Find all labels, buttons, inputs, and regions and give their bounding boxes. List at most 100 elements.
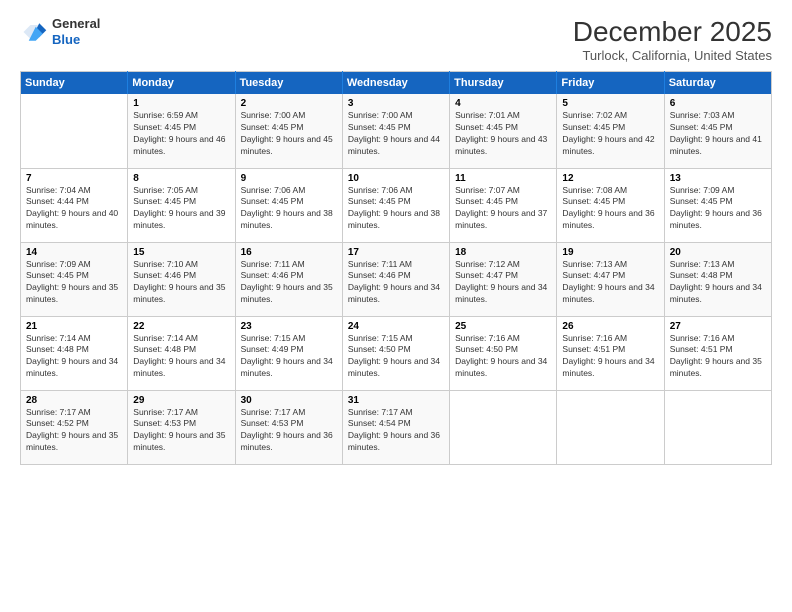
weekday-header-sunday: Sunday bbox=[21, 72, 128, 95]
day-number: 31 bbox=[348, 395, 444, 406]
day-detail: Sunrise: 7:15 AMSunset: 4:49 PMDaylight:… bbox=[241, 333, 337, 381]
day-cell: 28Sunrise: 7:17 AMSunset: 4:52 PMDayligh… bbox=[21, 390, 128, 464]
day-number: 9 bbox=[241, 173, 337, 184]
day-detail: Sunrise: 7:17 AMSunset: 4:54 PMDaylight:… bbox=[348, 407, 444, 455]
logo-icon bbox=[20, 18, 48, 46]
day-number: 19 bbox=[562, 247, 658, 258]
logo: General Blue bbox=[20, 16, 100, 47]
day-number: 27 bbox=[670, 321, 766, 332]
month-title: December 2025 bbox=[573, 16, 772, 48]
day-number: 5 bbox=[562, 98, 658, 109]
day-cell bbox=[664, 390, 771, 464]
weekday-header-friday: Friday bbox=[557, 72, 664, 95]
day-number: 2 bbox=[241, 98, 337, 109]
weekday-header-monday: Monday bbox=[128, 72, 235, 95]
day-cell: 26Sunrise: 7:16 AMSunset: 4:51 PMDayligh… bbox=[557, 316, 664, 390]
day-cell: 10Sunrise: 7:06 AMSunset: 4:45 PMDayligh… bbox=[342, 168, 449, 242]
weekday-header-saturday: Saturday bbox=[664, 72, 771, 95]
day-cell: 18Sunrise: 7:12 AMSunset: 4:47 PMDayligh… bbox=[450, 242, 557, 316]
day-detail: Sunrise: 7:04 AMSunset: 4:44 PMDaylight:… bbox=[26, 185, 122, 233]
day-cell: 31Sunrise: 7:17 AMSunset: 4:54 PMDayligh… bbox=[342, 390, 449, 464]
day-cell: 19Sunrise: 7:13 AMSunset: 4:47 PMDayligh… bbox=[557, 242, 664, 316]
day-cell: 22Sunrise: 7:14 AMSunset: 4:48 PMDayligh… bbox=[128, 316, 235, 390]
day-number: 6 bbox=[670, 98, 766, 109]
page-header: General Blue December 2025 Turlock, Cali… bbox=[20, 16, 772, 63]
day-detail: Sunrise: 7:14 AMSunset: 4:48 PMDaylight:… bbox=[133, 333, 229, 381]
logo-general: General bbox=[52, 16, 100, 32]
day-cell: 14Sunrise: 7:09 AMSunset: 4:45 PMDayligh… bbox=[21, 242, 128, 316]
day-detail: Sunrise: 7:02 AMSunset: 4:45 PMDaylight:… bbox=[562, 110, 658, 158]
day-number: 20 bbox=[670, 247, 766, 258]
day-number: 4 bbox=[455, 98, 551, 109]
day-cell: 29Sunrise: 7:17 AMSunset: 4:53 PMDayligh… bbox=[128, 390, 235, 464]
day-detail: Sunrise: 7:09 AMSunset: 4:45 PMDaylight:… bbox=[670, 185, 766, 233]
day-number: 12 bbox=[562, 173, 658, 184]
day-cell: 27Sunrise: 7:16 AMSunset: 4:51 PMDayligh… bbox=[664, 316, 771, 390]
day-detail: Sunrise: 7:03 AMSunset: 4:45 PMDaylight:… bbox=[670, 110, 766, 158]
day-detail: Sunrise: 7:01 AMSunset: 4:45 PMDaylight:… bbox=[455, 110, 551, 158]
day-number: 24 bbox=[348, 321, 444, 332]
day-number: 13 bbox=[670, 173, 766, 184]
day-number: 30 bbox=[241, 395, 337, 406]
day-cell: 3Sunrise: 7:00 AMSunset: 4:45 PMDaylight… bbox=[342, 94, 449, 168]
calendar-page: General Blue December 2025 Turlock, Cali… bbox=[0, 0, 792, 612]
day-number: 11 bbox=[455, 173, 551, 184]
day-number: 10 bbox=[348, 173, 444, 184]
day-cell: 9Sunrise: 7:06 AMSunset: 4:45 PMDaylight… bbox=[235, 168, 342, 242]
day-cell: 30Sunrise: 7:17 AMSunset: 4:53 PMDayligh… bbox=[235, 390, 342, 464]
day-cell: 4Sunrise: 7:01 AMSunset: 4:45 PMDaylight… bbox=[450, 94, 557, 168]
day-detail: Sunrise: 7:14 AMSunset: 4:48 PMDaylight:… bbox=[26, 333, 122, 381]
day-number: 28 bbox=[26, 395, 122, 406]
day-number: 29 bbox=[133, 395, 229, 406]
day-detail: Sunrise: 7:16 AMSunset: 4:50 PMDaylight:… bbox=[455, 333, 551, 381]
day-cell: 1Sunrise: 6:59 AMSunset: 4:45 PMDaylight… bbox=[128, 94, 235, 168]
day-cell: 8Sunrise: 7:05 AMSunset: 4:45 PMDaylight… bbox=[128, 168, 235, 242]
title-block: December 2025 Turlock, California, Unite… bbox=[573, 16, 772, 63]
day-cell: 20Sunrise: 7:13 AMSunset: 4:48 PMDayligh… bbox=[664, 242, 771, 316]
day-number: 23 bbox=[241, 321, 337, 332]
day-cell: 23Sunrise: 7:15 AMSunset: 4:49 PMDayligh… bbox=[235, 316, 342, 390]
day-number: 15 bbox=[133, 247, 229, 258]
day-cell bbox=[21, 94, 128, 168]
day-cell bbox=[557, 390, 664, 464]
day-number: 8 bbox=[133, 173, 229, 184]
day-number: 16 bbox=[241, 247, 337, 258]
day-cell: 17Sunrise: 7:11 AMSunset: 4:46 PMDayligh… bbox=[342, 242, 449, 316]
logo-blue: Blue bbox=[52, 32, 100, 48]
day-cell bbox=[450, 390, 557, 464]
weekday-header-thursday: Thursday bbox=[450, 72, 557, 95]
day-detail: Sunrise: 7:17 AMSunset: 4:53 PMDaylight:… bbox=[241, 407, 337, 455]
location: Turlock, California, United States bbox=[573, 48, 772, 63]
day-cell: 16Sunrise: 7:11 AMSunset: 4:46 PMDayligh… bbox=[235, 242, 342, 316]
weekday-header-row: SundayMondayTuesdayWednesdayThursdayFrid… bbox=[21, 72, 772, 95]
day-detail: Sunrise: 7:06 AMSunset: 4:45 PMDaylight:… bbox=[348, 185, 444, 233]
week-row-0: 1Sunrise: 6:59 AMSunset: 4:45 PMDaylight… bbox=[21, 94, 772, 168]
day-number: 1 bbox=[133, 98, 229, 109]
logo-text: General Blue bbox=[52, 16, 100, 47]
day-cell: 24Sunrise: 7:15 AMSunset: 4:50 PMDayligh… bbox=[342, 316, 449, 390]
day-cell: 6Sunrise: 7:03 AMSunset: 4:45 PMDaylight… bbox=[664, 94, 771, 168]
week-row-2: 14Sunrise: 7:09 AMSunset: 4:45 PMDayligh… bbox=[21, 242, 772, 316]
day-number: 21 bbox=[26, 321, 122, 332]
day-number: 3 bbox=[348, 98, 444, 109]
day-detail: Sunrise: 7:00 AMSunset: 4:45 PMDaylight:… bbox=[241, 110, 337, 158]
day-detail: Sunrise: 7:11 AMSunset: 4:46 PMDaylight:… bbox=[241, 259, 337, 307]
day-cell: 15Sunrise: 7:10 AMSunset: 4:46 PMDayligh… bbox=[128, 242, 235, 316]
day-cell: 13Sunrise: 7:09 AMSunset: 4:45 PMDayligh… bbox=[664, 168, 771, 242]
day-detail: Sunrise: 7:10 AMSunset: 4:46 PMDaylight:… bbox=[133, 259, 229, 307]
day-detail: Sunrise: 7:13 AMSunset: 4:47 PMDaylight:… bbox=[562, 259, 658, 307]
day-detail: Sunrise: 7:17 AMSunset: 4:53 PMDaylight:… bbox=[133, 407, 229, 455]
day-number: 14 bbox=[26, 247, 122, 258]
day-number: 7 bbox=[26, 173, 122, 184]
day-cell: 12Sunrise: 7:08 AMSunset: 4:45 PMDayligh… bbox=[557, 168, 664, 242]
week-row-4: 28Sunrise: 7:17 AMSunset: 4:52 PMDayligh… bbox=[21, 390, 772, 464]
calendar-table: SundayMondayTuesdayWednesdayThursdayFrid… bbox=[20, 71, 772, 465]
day-detail: Sunrise: 7:17 AMSunset: 4:52 PMDaylight:… bbox=[26, 407, 122, 455]
day-cell: 21Sunrise: 7:14 AMSunset: 4:48 PMDayligh… bbox=[21, 316, 128, 390]
day-detail: Sunrise: 7:11 AMSunset: 4:46 PMDaylight:… bbox=[348, 259, 444, 307]
weekday-header-tuesday: Tuesday bbox=[235, 72, 342, 95]
day-detail: Sunrise: 7:13 AMSunset: 4:48 PMDaylight:… bbox=[670, 259, 766, 307]
day-detail: Sunrise: 7:05 AMSunset: 4:45 PMDaylight:… bbox=[133, 185, 229, 233]
day-detail: Sunrise: 7:12 AMSunset: 4:47 PMDaylight:… bbox=[455, 259, 551, 307]
day-cell: 2Sunrise: 7:00 AMSunset: 4:45 PMDaylight… bbox=[235, 94, 342, 168]
